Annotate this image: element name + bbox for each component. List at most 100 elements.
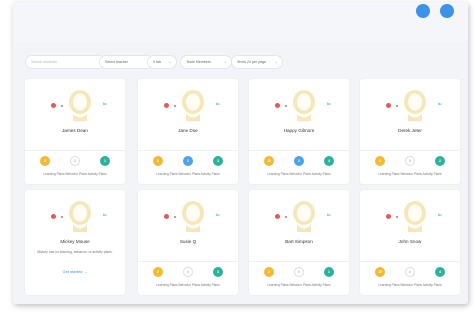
avatar <box>180 200 206 232</box>
student-card[interactable]: lu Derek Jeter 2 0 2 Learning Plans Beha… <box>360 79 460 184</box>
tab-select[interactable]: 0 tab ⌄ <box>147 55 177 69</box>
avatar <box>291 89 317 121</box>
status-dot <box>51 214 56 219</box>
plan-labels: Learning Plans Behavior Plans Activity P… <box>267 283 331 287</box>
search-input[interactable]: Search students <box>25 55 107 69</box>
student-card[interactable]: lu Bart Simpson 2 0 1 Learning Plans Beh… <box>249 190 349 295</box>
behavior-plans-count[interactable]: 0 <box>405 156 415 166</box>
student-name: Susie Q <box>179 239 197 244</box>
plan-labels: Learning Plans Behavior Plans Activity P… <box>156 283 220 287</box>
student-name: Mickey Mouse <box>60 239 90 244</box>
tab-select-label: 0 tab <box>153 60 161 64</box>
chevron-down-icon: ⌄ <box>223 59 227 64</box>
activity-plans-count[interactable]: 3 <box>213 267 223 277</box>
more-menu-icon[interactable] <box>396 216 398 218</box>
learning-plans-count[interactable]: 2 <box>375 156 385 166</box>
activity-plans-count[interactable]: 4 <box>435 267 445 277</box>
filter-bar: Search students Select teacher ⌄ 0 tab ⌄… <box>13 55 468 69</box>
status-dot <box>275 214 280 219</box>
student-card[interactable]: lu Mickey Mouse Mickey has no learning, … <box>25 190 125 295</box>
learning-plans-count[interactable]: 2 <box>264 267 274 277</box>
student-card[interactable]: lu John Snow 10 0 4 Learning Plans Behav… <box>360 190 460 295</box>
status-dot <box>164 214 169 219</box>
behavior-plans-count[interactable]: 2 <box>183 156 193 166</box>
learning-plans-count[interactable]: 2 <box>153 267 163 277</box>
avatar <box>291 200 317 232</box>
empty-plans-description: Mickey has no learning, behavior, or act… <box>37 250 113 254</box>
more-menu-icon[interactable] <box>61 216 63 218</box>
learning-plans-count[interactable]: 10 <box>375 267 385 277</box>
app-window: Search students Select teacher ⌄ 0 tab ⌄… <box>13 2 468 304</box>
plan-labels: Learning Plans Behavior Plans Activity P… <box>43 172 107 176</box>
plan-counts: 0 0 1 <box>25 156 125 168</box>
behavior-plans-count[interactable]: 0 <box>70 156 80 166</box>
status-dot <box>386 103 391 108</box>
team-select-label: Team Members <box>186 60 211 64</box>
student-tag: lu <box>327 212 331 217</box>
page-size-select[interactable]: Show 24 per page ⌄ <box>231 55 283 69</box>
behavior-plans-count[interactable]: 0 <box>183 267 193 277</box>
student-card[interactable]: lu Jane Doe 0 2 3 Learning Plans Behavio… <box>138 79 238 184</box>
more-menu-icon[interactable] <box>174 216 176 218</box>
student-card[interactable]: lu Susie Q 2 0 3 Learning Plans Behavior… <box>138 190 238 295</box>
more-menu-icon[interactable] <box>174 105 176 107</box>
activity-plans-count[interactable]: 1 <box>100 156 110 166</box>
avatar <box>402 200 428 232</box>
divider <box>138 150 238 151</box>
student-tag: lu <box>438 101 442 106</box>
status-dot <box>275 103 280 108</box>
plan-labels: Learning Plans Behavior Plans Activity P… <box>378 283 442 287</box>
student-tag: lu <box>103 101 107 106</box>
more-menu-icon[interactable] <box>285 105 287 107</box>
add-student-button[interactable] <box>416 4 430 18</box>
plan-counts: 2 0 3 <box>138 267 238 279</box>
plan-counts: 2 0 2 <box>360 156 460 168</box>
divider <box>25 150 125 151</box>
student-tag: lu <box>216 212 220 217</box>
chevron-down-icon: ⌄ <box>168 59 172 64</box>
avatar <box>67 89 93 121</box>
plan-counts: 0 2 3 <box>138 156 238 168</box>
plan-counts: 2 0 1 <box>249 267 349 279</box>
header-bar <box>13 2 468 42</box>
divider <box>360 150 460 151</box>
more-menu-icon[interactable] <box>61 105 63 107</box>
activity-plans-count[interactable]: 1 <box>324 267 334 277</box>
status-dot <box>164 103 169 108</box>
student-name: Derek Jeter <box>398 128 422 133</box>
page-size-label: Show 24 per page <box>237 60 267 64</box>
student-tag: lu <box>327 101 331 106</box>
student-name: James Dean <box>62 128 88 133</box>
avatar <box>67 200 93 232</box>
activity-plans-count[interactable]: 3 <box>213 156 223 166</box>
get-started-link[interactable]: Get started → <box>25 269 125 274</box>
student-card[interactable]: lu James Dean 0 0 1 Learning Plans Behav… <box>25 79 125 184</box>
student-name: Jane Doe <box>178 128 198 133</box>
learning-plans-count[interactable]: 10 <box>264 156 274 166</box>
behavior-plans-count[interactable]: 0 <box>405 267 415 277</box>
behavior-plans-count[interactable]: 0 <box>294 267 304 277</box>
divider <box>249 261 349 262</box>
activity-plans-count[interactable]: 2 <box>435 156 445 166</box>
plan-labels: Learning Plans Behavior Plans Activity P… <box>378 172 442 176</box>
more-menu-icon[interactable] <box>396 105 398 107</box>
behavior-plans-count[interactable]: 2 <box>294 156 304 166</box>
plan-labels: Learning Plans Behavior Plans Activity P… <box>156 172 220 176</box>
chevron-down-icon: ⌄ <box>274 59 278 64</box>
avatar <box>402 89 428 121</box>
learning-plans-count[interactable]: 0 <box>40 156 50 166</box>
download-button[interactable] <box>440 4 454 18</box>
student-name: Bart Simpson <box>285 239 313 244</box>
avatar <box>180 89 206 121</box>
plan-counts: 10 2 4 <box>249 156 349 168</box>
plan-labels: Learning Plans Behavior Plans Activity P… <box>267 172 331 176</box>
student-tag: lu <box>438 212 442 217</box>
learning-plans-count[interactable]: 0 <box>153 156 163 166</box>
student-tag: lu <box>216 101 220 106</box>
student-name: John Snow <box>398 239 422 244</box>
more-menu-icon[interactable] <box>285 216 287 218</box>
plan-counts: 10 0 4 <box>360 267 460 279</box>
team-select[interactable]: Team Members ⌄ <box>180 55 232 69</box>
activity-plans-count[interactable]: 4 <box>324 156 334 166</box>
student-card[interactable]: lu Happy Gilmore 10 2 4 Learning Plans B… <box>249 79 349 184</box>
